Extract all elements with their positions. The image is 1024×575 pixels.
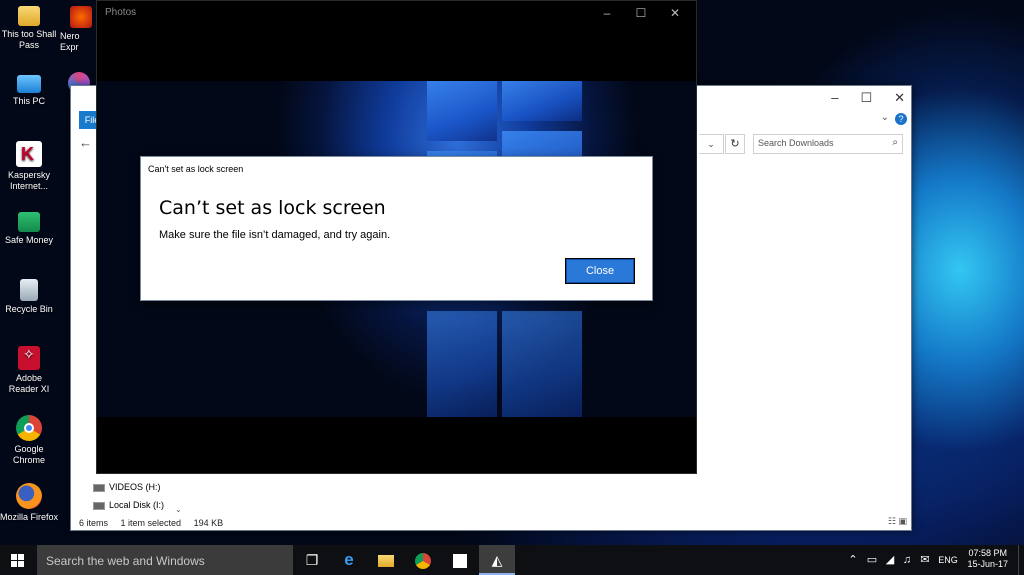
desktop-icon-mozilla-firefox[interactable]: Mozilla Firefox — [0, 483, 58, 523]
nav-item-label: VIDEOS (H:) — [109, 482, 161, 492]
close-button[interactable]: Close — [565, 258, 635, 284]
edge-icon: e — [344, 550, 354, 569]
status-selected: 1 item selected — [120, 518, 182, 528]
taskbar: Search the web and Windows ❐ e ◭ ⌃ ▭ ◢ ♫… — [0, 545, 1024, 575]
chrome-icon — [415, 553, 431, 570]
taskbar-photos-button[interactable]: ◭ — [479, 545, 515, 575]
window-pane — [502, 81, 582, 121]
desktop-icon-label: Nero Expr — [60, 31, 80, 52]
dialog-message: Make sure the file isn’t damaged, and tr… — [159, 229, 391, 241]
photos-window-controls: – ☐ ✕ — [590, 3, 692, 23]
clock-time: 07:58 PM — [968, 548, 1007, 558]
desktop-icon-adobe-reader[interactable]: ✧ Adobe Reader XI — [0, 346, 58, 395]
store-icon — [453, 554, 467, 569]
show-desktop-button[interactable] — [1018, 545, 1024, 575]
help-icon[interactable]: ? — [895, 113, 907, 125]
window-pane — [502, 311, 582, 417]
desktop-icon-label: Adobe Reader XI — [8, 373, 50, 394]
clock[interactable]: 07:58 PM 15-Jun-17 — [967, 548, 1008, 570]
kaspersky-icon: K — [16, 141, 42, 167]
refresh-icon[interactable]: ↻ — [725, 134, 745, 154]
search-placeholder: Search Downloads — [758, 138, 834, 148]
status-bar: 6 items 1 item selected 194 KB — [79, 518, 233, 528]
safe-money-icon — [18, 212, 40, 232]
battery-icon: ▭ — [866, 554, 878, 566]
chrome-icon — [16, 415, 42, 441]
search-input[interactable]: Search Downloads ⌕ — [753, 134, 903, 154]
error-dialog: Can't set as lock screen Can’t set as lo… — [140, 156, 653, 301]
status-item-count: 6 items — [79, 518, 109, 528]
tray-icon[interactable]: ✉ — [917, 545, 933, 575]
desktop-icon-kaspersky[interactable]: K Kaspersky Internet... — [0, 141, 58, 192]
nero-icon — [70, 6, 92, 28]
desktop-icon-nero[interactable]: Nero Expr — [60, 6, 100, 53]
photos-icon: ◭ — [491, 552, 503, 568]
details-view-icon[interactable]: ☷ — [888, 516, 896, 526]
desktop-icon-this-pc[interactable]: This PC — [0, 75, 58, 107]
firefox-icon — [16, 483, 42, 509]
nav-item-videos[interactable]: VIDEOS (H:) — [93, 482, 161, 492]
chevron-up-icon: ⌃ — [848, 554, 858, 566]
taskbar-file-explorer-button[interactable] — [368, 545, 404, 575]
minimize-icon[interactable]: – — [831, 90, 838, 106]
task-view-button[interactable]: ❐ — [294, 545, 330, 575]
taskbar-search-box[interactable]: Search the web and Windows — [37, 545, 293, 575]
tray-icon[interactable]: ♫ — [899, 545, 915, 575]
desktop-icon-label: This too Shall Pass — [1, 29, 57, 50]
desktop-icon-safe-money[interactable]: Safe Money — [0, 212, 58, 246]
nav-item-local-disk[interactable]: Local Disk (I:) — [93, 500, 164, 510]
folder-icon — [18, 6, 40, 26]
search-icon: ⌕ — [892, 137, 898, 148]
start-button[interactable] — [0, 545, 36, 575]
desktop-icon-label: Safe Money — [4, 235, 54, 245]
tray-icon[interactable]: ▭ — [864, 545, 880, 575]
nav-item-label: Local Disk (I:) — [109, 500, 165, 510]
drive-icon — [93, 501, 105, 510]
desktop-icon-label: Google Chrome — [12, 444, 45, 465]
desktop-icon-google-chrome[interactable]: Google Chrome — [0, 415, 58, 466]
status-size: 194 KB — [193, 518, 224, 528]
desktop-icon-label: Recycle Bin — [5, 304, 53, 314]
ribbon-expand-icon[interactable]: ⌄ — [881, 112, 889, 123]
desktop-icon-label: Mozilla Firefox — [0, 512, 59, 522]
dialog-heading: Can’t set as lock screen — [159, 197, 386, 219]
dialog-title: Can't set as lock screen — [148, 164, 244, 174]
file-explorer-icon — [378, 555, 394, 568]
taskbar-edge-button[interactable]: e — [331, 545, 367, 575]
desktop-icon-label: Kaspersky Internet... — [7, 170, 51, 191]
view-toggle[interactable]: ☷ ▣ — [888, 516, 907, 527]
maximize-icon[interactable]: ☐ — [860, 90, 872, 106]
minimize-icon[interactable]: – — [590, 3, 624, 23]
drive-icon — [93, 483, 105, 492]
taskbar-store-button[interactable] — [442, 545, 478, 575]
show-hidden-icons-button[interactable]: ⌃ — [846, 545, 860, 575]
back-arrow-icon[interactable]: ← — [79, 135, 92, 150]
scroll-down-icon[interactable]: ⌄ — [175, 505, 182, 514]
address-dropdown-icon[interactable]: ⌄ — [699, 134, 724, 154]
volume-icon: ♫ — [902, 554, 912, 566]
clock-date: 15-Jun-17 — [967, 559, 1008, 569]
notifications-icon: ✉ — [920, 554, 930, 566]
windows-logo-icon — [11, 554, 24, 567]
adobe-reader-icon: ✧ — [18, 346, 40, 370]
window-pane — [427, 81, 497, 141]
maximize-icon[interactable]: ☐ — [624, 3, 658, 23]
desktop-icon-label: This PC — [12, 96, 45, 106]
taskbar-chrome-button[interactable] — [405, 545, 441, 575]
taskbar-search-placeholder: Search the web and Windows — [46, 554, 205, 568]
large-icons-view-icon[interactable]: ▣ — [898, 516, 907, 526]
task-view-icon: ❐ — [305, 552, 319, 568]
recycle-bin-icon — [20, 279, 38, 301]
network-icon: ◢ — [885, 554, 895, 566]
input-language[interactable]: ENG — [936, 545, 960, 575]
computer-icon — [17, 75, 41, 93]
desktop-icon-this-too-shall-pass[interactable]: This too Shall Pass — [0, 6, 58, 51]
desktop-icon-recycle-bin[interactable]: Recycle Bin — [0, 279, 58, 315]
close-icon[interactable]: ✕ — [894, 90, 905, 106]
window-pane — [427, 311, 497, 417]
close-icon[interactable]: ✕ — [658, 3, 692, 23]
tray-icon[interactable]: ◢ — [882, 545, 898, 575]
photos-title: Photos — [105, 7, 137, 18]
